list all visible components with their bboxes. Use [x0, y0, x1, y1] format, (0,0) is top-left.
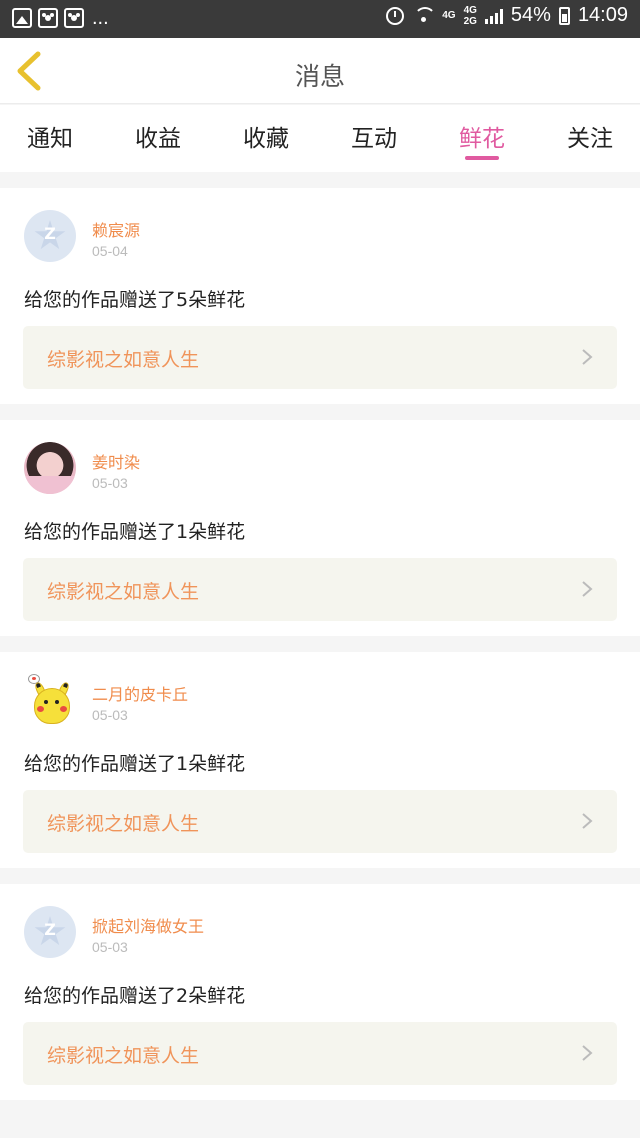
chevron-right-icon	[582, 581, 593, 597]
network-label-2: 4G	[463, 4, 477, 16]
network-type: 4G	[442, 10, 455, 21]
tab-bar: 通知 收益 收藏 互动 鲜花 关注	[0, 105, 640, 172]
sender-name[interactable]: 掀起刘海做女王	[92, 913, 204, 937]
clock: 14:09	[577, 4, 628, 26]
message-card: 二月的皮卡丘 05-03 给您的作品赠送了1朵鲜花 综影视之如意人生	[0, 652, 640, 868]
sender-name[interactable]: 二月的皮卡丘	[92, 681, 188, 705]
paw-app-icon	[64, 8, 84, 28]
work-title: 综影视之如意人生	[47, 813, 200, 835]
network-type-2: 4G 2G	[464, 5, 477, 27]
alarm-icon	[386, 6, 405, 25]
message-card: 赖宸源 05-04 给您的作品赠送了5朵鲜花 综影视之如意人生	[0, 188, 640, 404]
message-text: 给您的作品赠送了2朵鲜花	[24, 985, 246, 1007]
message-date: 05-04	[92, 243, 128, 259]
work-link[interactable]: 综影视之如意人生	[23, 1022, 617, 1085]
network-label-1: 4G	[442, 10, 456, 21]
work-link[interactable]: 综影视之如意人生	[23, 790, 617, 853]
gallery-icon	[12, 8, 32, 28]
message-date: 05-03	[92, 475, 128, 491]
sender-name[interactable]: 赖宸源	[92, 217, 140, 241]
notification-icons: ...	[12, 8, 109, 28]
sender-name[interactable]: 姜时染	[92, 449, 140, 473]
tab-notifications[interactable]: 通知	[10, 119, 90, 153]
message-text: 给您的作品赠送了1朵鲜花	[24, 753, 246, 775]
tab-following[interactable]: 关注	[550, 119, 630, 153]
active-tab-indicator	[465, 156, 499, 160]
status-bar: ... 4G 4G 2G 54% 14:09	[0, 0, 640, 38]
avatar[interactable]	[24, 210, 76, 262]
avatar[interactable]	[24, 906, 76, 958]
battery-icon	[558, 6, 570, 25]
nav-bar: 消息	[0, 38, 640, 104]
work-title: 综影视之如意人生	[47, 581, 200, 603]
chevron-right-icon	[582, 813, 593, 829]
work-title: 综影视之如意人生	[47, 1045, 200, 1067]
chevron-right-icon	[582, 349, 593, 365]
tab-flowers[interactable]: 鲜花	[442, 119, 522, 153]
more-notifications: ...	[92, 7, 109, 29]
chevron-right-icon	[582, 1045, 593, 1061]
tab-favorites[interactable]: 收藏	[226, 119, 306, 153]
tab-earnings[interactable]: 收益	[118, 119, 198, 153]
message-date: 05-03	[92, 707, 128, 723]
wifi-icon	[412, 6, 437, 25]
message-text: 给您的作品赠送了1朵鲜花	[24, 521, 246, 543]
message-date: 05-03	[92, 939, 128, 955]
message-card: 姜时染 05-03 给您的作品赠送了1朵鲜花 综影视之如意人生	[0, 420, 640, 636]
network-label-3: 2G	[463, 15, 477, 27]
paw-app-icon	[38, 8, 58, 28]
work-title: 综影视之如意人生	[47, 349, 200, 371]
work-link[interactable]: 综影视之如意人生	[23, 326, 617, 389]
avatar[interactable]	[24, 674, 76, 726]
tab-interactions[interactable]: 互动	[334, 119, 414, 153]
message-card: 掀起刘海做女王 05-03 给您的作品赠送了2朵鲜花 综影视之如意人生	[0, 884, 640, 1100]
message-text: 给您的作品赠送了5朵鲜花	[24, 289, 246, 311]
signal-icon	[484, 8, 503, 24]
page-title: 消息	[294, 62, 345, 91]
avatar[interactable]	[24, 442, 76, 494]
battery-percent: 54%	[510, 4, 551, 26]
work-link[interactable]: 综影视之如意人生	[23, 558, 617, 621]
